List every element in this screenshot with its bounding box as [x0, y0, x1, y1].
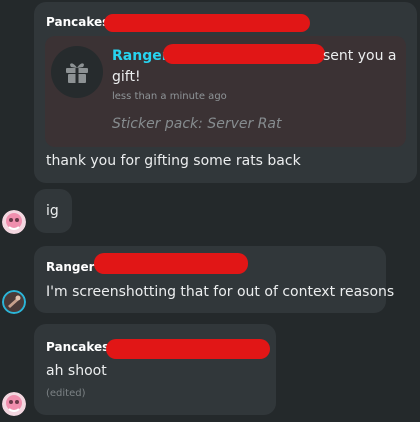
message-bubble: Pancakes ah shoot (edited): [34, 324, 276, 415]
message-text: ig: [46, 203, 59, 219]
gift-message-text: sent you a: [323, 48, 397, 64]
avatar-pancakes[interactable]: [2, 210, 26, 234]
message-bubble: ig: [34, 189, 72, 233]
message-text: I'm screenshotting that for out of conte…: [46, 284, 395, 300]
message-bubble: Ranger I'm screenshotting that for out o…: [34, 246, 394, 313]
avatar-ranger[interactable]: [2, 290, 26, 314]
gift-card[interactable]: Ranger sent you a gift! less than a minu…: [45, 36, 406, 147]
sender-name[interactable]: Pancakes: [46, 340, 109, 354]
gift-icon: [51, 46, 103, 98]
redaction-mark: [163, 44, 325, 64]
message-bubble-gift: Pancakes Ranger sent you a gift! less th…: [34, 2, 417, 183]
avatar-pancakes[interactable]: [2, 392, 26, 416]
redaction-mark: [104, 14, 310, 32]
gift-timestamp: less than a minute ago: [112, 91, 227, 102]
message-text: thank you for gifting some rats back: [46, 153, 301, 169]
message-text: ah shoot: [46, 363, 107, 379]
redaction-mark: [106, 339, 270, 359]
sender-name[interactable]: Ranger: [46, 260, 95, 274]
sticker-pack-label[interactable]: Sticker pack: Server Rat: [112, 116, 281, 132]
gift-sender-name[interactable]: Ranger: [112, 48, 169, 64]
edited-indicator: (edited): [46, 388, 86, 399]
gift-message-text-line2: gift!: [112, 69, 141, 85]
redaction-mark: [94, 253, 248, 274]
sender-name[interactable]: Pancakes: [46, 15, 109, 29]
